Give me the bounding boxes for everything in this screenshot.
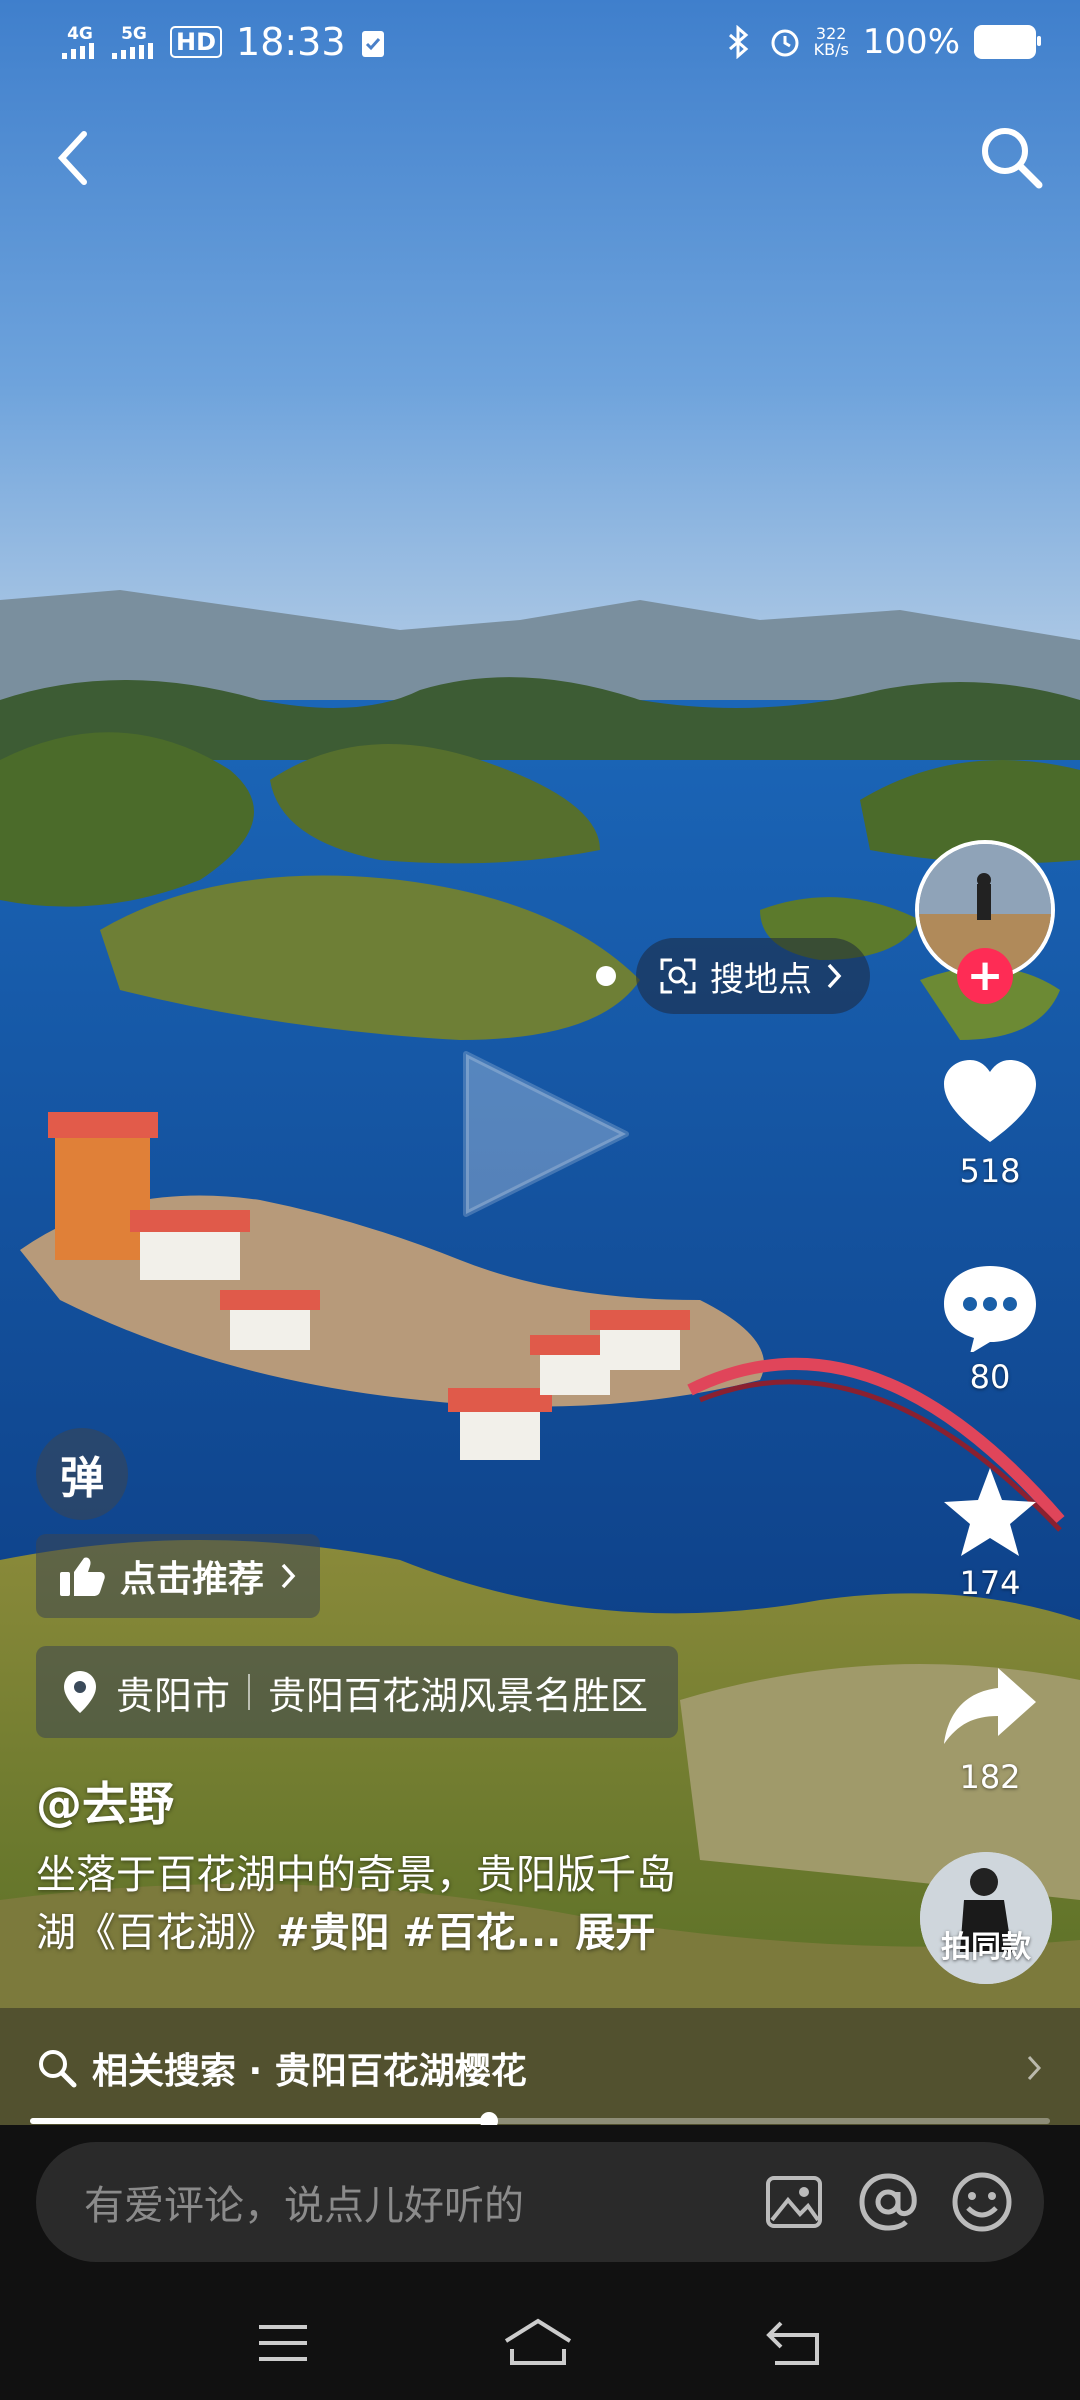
follow-button[interactable]: + [957, 948, 1013, 1004]
at-sign-icon [859, 2173, 917, 2231]
battery-percent: 100% [862, 22, 960, 62]
location-pin-icon [64, 1671, 96, 1713]
danmaku-toggle-button[interactable]: 弹 [36, 1428, 128, 1520]
description-line-1: 坐落于百花湖中的奇景，贵阳版千岛 [36, 1852, 676, 1898]
share-count: 182 [959, 1758, 1021, 1796]
hd-badge: HD [170, 26, 223, 58]
poi-marker-dot [596, 966, 616, 986]
back-arrow-icon [765, 2321, 819, 2365]
like-count: 518 [959, 1152, 1021, 1190]
battery-icon [974, 25, 1041, 59]
nav-home-button[interactable] [502, 2317, 574, 2373]
nav-menu-button[interactable] [255, 2321, 311, 2369]
comment-input[interactable]: 有爱评论，说点儿好听的 [36, 2142, 1044, 2262]
share-button[interactable]: 182 [930, 1662, 1050, 1796]
favorite-button[interactable]: 174 [930, 1464, 1050, 1602]
chevron-right-icon [827, 963, 842, 989]
image-button[interactable] [762, 2170, 826, 2234]
shoot-same-label: 拍同款 [941, 1930, 1031, 1965]
nav-back-button[interactable] [765, 2319, 825, 2371]
comment-bubble-icon [944, 1266, 1036, 1352]
emoji-button[interactable] [950, 2170, 1014, 2234]
share-arrow-icon [944, 1668, 1036, 1744]
shoot-same-button[interactable]: 拍同款 [920, 1852, 1052, 1984]
bluetooth-icon [728, 25, 748, 59]
hashtag-link[interactable]: #贵阳 [276, 1910, 390, 1956]
comment-placeholder: 有爱评论，说点儿好听的 [84, 2183, 524, 2229]
description-line-2: 湖《百花湖》#贵阳 #百花... 展开 [36, 1904, 796, 1962]
status-bar-left: 4G 5G HD 18:33 [62, 20, 386, 64]
danmaku-label: 弹 [60, 1453, 104, 1504]
status-time: 18:33 [236, 20, 346, 64]
search-button[interactable] [972, 118, 1052, 198]
chevron-left-icon [57, 131, 87, 185]
search-place-label: 搜地点 [710, 959, 812, 1000]
play-icon [463, 1051, 629, 1217]
location-place: 贵阳百花湖风景名胜区 [268, 1673, 649, 1718]
star-icon [944, 1468, 1036, 1556]
location-tag[interactable]: 贵阳市 贵阳百花湖风景名胜区 [36, 1646, 679, 1738]
signal-indicator-4g: 4G [62, 23, 98, 59]
video-description: 坐落于百花湖中的奇景，贵阳版千岛 湖《百花湖》#贵阳 #百花... 展开 [36, 1846, 796, 1962]
video-progress-bar[interactable] [30, 2112, 1050, 2130]
alarm-icon [771, 29, 799, 57]
emoji-icon [952, 2172, 1012, 2232]
related-search-bar[interactable]: 相关搜索 · 贵阳百花湖樱花 [0, 2008, 1080, 2128]
author-name[interactable]: @去野 [36, 1768, 174, 1834]
chevron-right-icon [281, 1563, 296, 1589]
comment-button[interactable]: 80 [930, 1262, 1050, 1396]
system-nav-bar [0, 2290, 1080, 2400]
signal-label-4g: 4G [67, 23, 93, 44]
progress-fill [30, 2118, 489, 2124]
location-city: 贵阳市 [116, 1673, 231, 1718]
network-speed: 322 KB/s [814, 26, 849, 58]
search-icon [982, 128, 1043, 189]
related-search-text: 相关搜索 · 贵阳百花湖樱花 [92, 2051, 527, 2092]
hashtag-link[interactable]: #百花... [402, 1910, 561, 1956]
clipboard-icon [361, 31, 384, 57]
heart-icon [944, 1060, 1036, 1142]
search-icon [39, 2050, 77, 2088]
signal-label-5g: 5G [121, 23, 147, 44]
play-button[interactable] [456, 1044, 636, 1228]
search-place-chip[interactable]: 搜地点 [636, 938, 870, 1014]
image-icon [766, 2176, 822, 2228]
signal-bars-icon [62, 42, 94, 59]
back-button[interactable] [34, 118, 114, 198]
thumbs-up-icon [60, 1557, 105, 1596]
like-button[interactable]: 518 [930, 1056, 1050, 1190]
location-divider [248, 1674, 251, 1710]
mention-button[interactable] [856, 2170, 920, 2234]
scan-icon [660, 958, 696, 994]
menu-icon [259, 2325, 308, 2361]
expand-button[interactable]: 展开 [575, 1910, 655, 1956]
network-speed-unit: KB/s [813, 40, 849, 59]
favorite-count: 174 [959, 1564, 1021, 1602]
signal-bars-icon [112, 42, 153, 59]
recommend-button[interactable]: 点击推荐 [36, 1534, 321, 1618]
status-bar: 4G 5G HD 18:33 322 KB/s 100% [0, 0, 1080, 84]
description-text: 湖《百花湖》 [36, 1910, 276, 1956]
signal-indicator-5g: 5G [112, 23, 156, 59]
recommend-label: 点击推荐 [120, 1559, 265, 1600]
status-bar-right: 322 KB/s 100% [722, 22, 1041, 62]
chevron-right-icon [1027, 2055, 1042, 2081]
comment-count: 80 [969, 1358, 1011, 1396]
home-icon [504, 2318, 572, 2365]
